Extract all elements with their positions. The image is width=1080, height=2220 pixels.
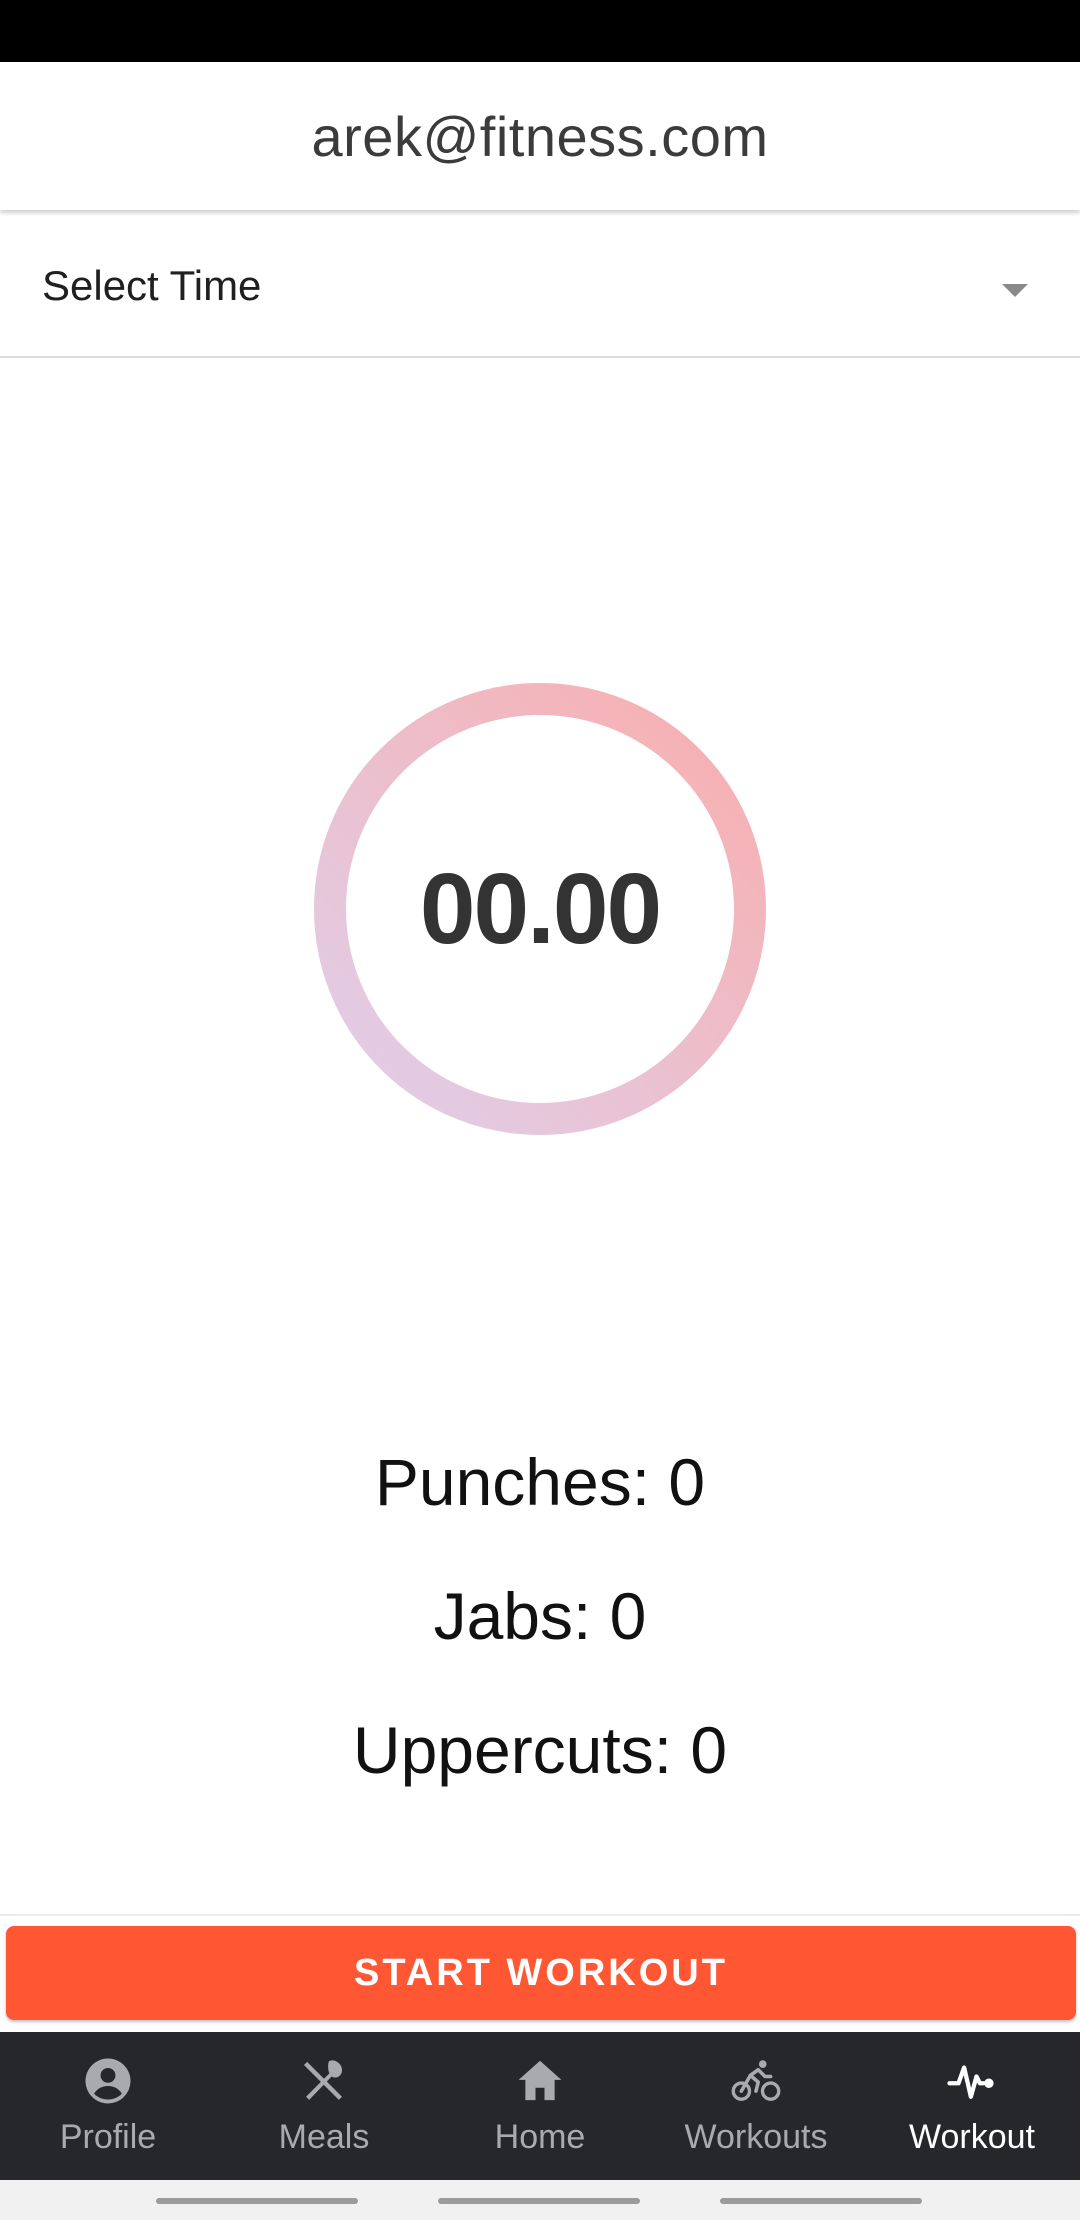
uppercuts-count: Uppercuts: 0 [352,1713,728,1787]
profile-icon [85,2058,131,2104]
meals-icon [303,2060,343,2100]
divider [0,1914,1080,1916]
nav-item-home[interactable]: Home [432,2032,648,2180]
page-title: arek@fitness.com [311,104,769,168]
nav-item-workout[interactable]: Workout [864,2032,1080,2180]
jabs-count: Jabs: 0 [433,1579,647,1653]
time-select-label: Select Time [42,262,262,309]
chevron-down-icon [1002,284,1028,297]
bike-icon [731,2060,781,2101]
nav-item-workouts[interactable]: Workouts [648,2032,864,2180]
nav-label: Meals [278,2118,370,2156]
nav-label: Home [494,2118,586,2156]
gesture-pill [156,2198,358,2204]
nav-item-profile[interactable]: Profile [0,2032,216,2180]
bottom-navigation: Profile Meals Home Workouts Workout [0,2032,1080,2180]
system-gesture-bar [0,2180,1080,2220]
nav-label: Profile [59,2118,157,2156]
app-header: arek@fitness.com [0,62,1080,210]
status-bar [0,0,1080,62]
start-workout-button[interactable]: START WORKOUT [6,1926,1076,2020]
time-select[interactable]: Select Time [0,212,1080,358]
nav-label: Workout [909,2118,1035,2156]
punches-count: Punches: 0 [374,1445,706,1519]
gesture-pill [720,2198,922,2204]
nav-item-meals[interactable]: Meals [216,2032,432,2180]
home-icon [518,2060,562,2101]
timer-value: 00.00 [419,852,662,965]
nav-label: Workouts [684,2118,828,2156]
timer-ring: 00.00 [314,683,766,1135]
gesture-pill [438,2198,640,2204]
pulse-icon [947,2065,994,2099]
